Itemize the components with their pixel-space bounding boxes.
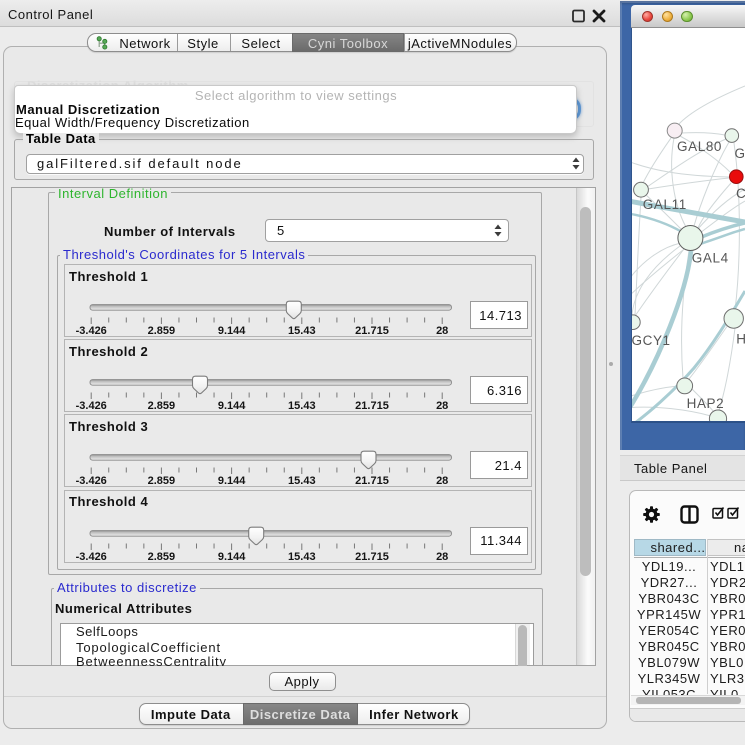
svg-text:2.859: 2.859 xyxy=(148,551,176,563)
svg-text:28: 28 xyxy=(436,475,448,487)
svg-text:HAP2: HAP2 xyxy=(687,396,725,411)
svg-text:-3.426: -3.426 xyxy=(76,551,107,563)
svg-text:9.144: 9.144 xyxy=(218,400,246,412)
svg-text:15.43: 15.43 xyxy=(288,325,316,337)
svg-text:9.144: 9.144 xyxy=(218,325,246,337)
svg-text:15.43: 15.43 xyxy=(288,400,316,412)
svg-text:9.144: 9.144 xyxy=(218,551,246,563)
svg-text:-3.426: -3.426 xyxy=(76,325,107,337)
svg-text:G.: G. xyxy=(735,146,745,161)
svg-text:C: C xyxy=(736,186,745,201)
svg-text:21.715: 21.715 xyxy=(355,475,389,487)
svg-text:GAL11: GAL11 xyxy=(643,197,687,212)
svg-text:15.43: 15.43 xyxy=(288,475,316,487)
svg-text:-3.426: -3.426 xyxy=(76,400,107,412)
svg-text:2.859: 2.859 xyxy=(148,400,176,412)
svg-text:21.715: 21.715 xyxy=(355,325,389,337)
svg-text:28: 28 xyxy=(436,400,448,412)
svg-text:2.859: 2.859 xyxy=(148,325,176,337)
svg-text:2.859: 2.859 xyxy=(148,475,176,487)
svg-text:28: 28 xyxy=(436,551,448,563)
svg-text:GCY1: GCY1 xyxy=(632,333,671,348)
svg-text:-3.426: -3.426 xyxy=(76,475,107,487)
svg-text:28: 28 xyxy=(436,325,448,337)
svg-text:15.43: 15.43 xyxy=(288,551,316,563)
svg-text:9.144: 9.144 xyxy=(218,475,246,487)
svg-text:H: H xyxy=(736,332,745,347)
svg-text:21.715: 21.715 xyxy=(355,551,389,563)
svg-text:GAL80: GAL80 xyxy=(677,139,722,154)
svg-text:GAL4: GAL4 xyxy=(692,251,729,266)
svg-text:21.715: 21.715 xyxy=(355,400,389,412)
